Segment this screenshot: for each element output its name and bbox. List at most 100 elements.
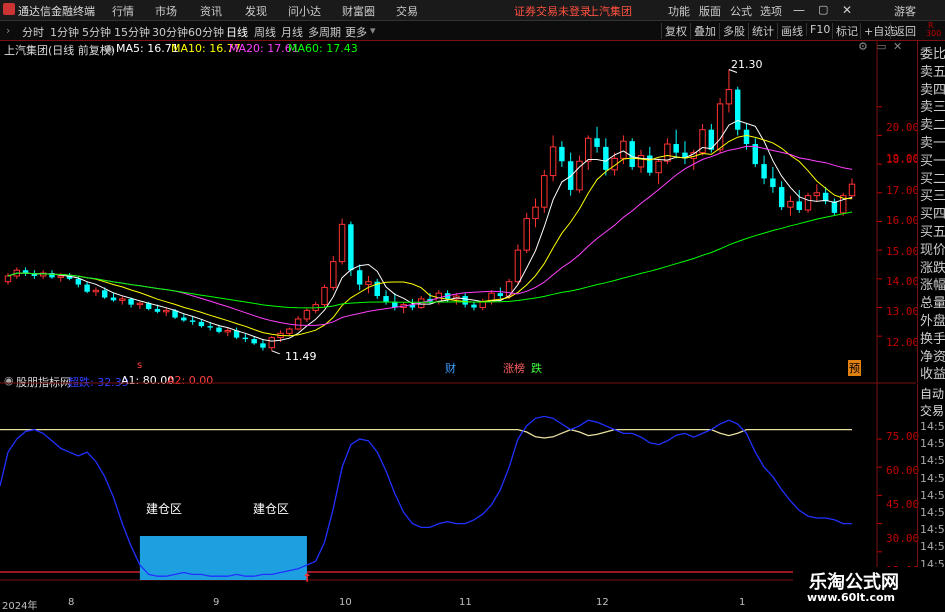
marker-decline[interactable]: 跌	[531, 360, 542, 376]
candle-body	[796, 201, 802, 210]
sidebar-item[interactable]: 换手	[920, 328, 945, 347]
date-label: 1	[739, 597, 746, 608]
sidebar-item[interactable]: 涨幅	[920, 274, 945, 293]
date-label: 11	[459, 597, 472, 608]
zone-label: 建仓区	[146, 502, 183, 516]
sidebar-time: 14:56	[920, 506, 945, 519]
ma5-line	[7, 119, 853, 342]
sidebar-time: 14:56	[920, 488, 945, 502]
candle-body	[84, 284, 90, 292]
candle-body	[110, 297, 117, 301]
sidebar-auto[interactable]: 自动	[920, 385, 944, 402]
sidebar-item[interactable]: 卖四	[920, 79, 945, 98]
sidebar-item[interactable]: 净资	[920, 346, 945, 365]
candle-body	[207, 326, 213, 328]
candle-body	[163, 309, 170, 313]
candle-body	[770, 178, 776, 188]
sidebar-item[interactable]: 买四	[920, 203, 945, 222]
quote-sidebar: R 300 委比 卖五 卖四 卖三 卖二 卖一 买一 买二 买三 买四 买五 现价 涨跌 涨幅 总量 外盘 换手…	[917, 21, 945, 383]
candle-body	[181, 317, 187, 321]
candle-body	[637, 155, 645, 168]
candle-body	[128, 298, 134, 305]
sidebar-item[interactable]: 买一	[920, 150, 945, 169]
candle-body	[532, 206, 539, 220]
candle-body	[136, 302, 144, 306]
candle-body	[224, 329, 232, 333]
candle-body	[655, 160, 662, 174]
candle-body	[725, 89, 733, 105]
sidebar-item[interactable]: 买五	[920, 221, 945, 240]
candle-body	[294, 318, 302, 330]
candle-body	[471, 304, 477, 308]
candle-body	[787, 200, 794, 208]
marker-finance[interactable]: 财	[445, 360, 456, 376]
date-label: 9	[213, 597, 220, 608]
candle-body	[523, 218, 530, 251]
sidebar-item[interactable]: 委比	[920, 43, 945, 62]
kdj-line	[0, 415, 852, 577]
candle-body	[664, 143, 671, 162]
candle-body	[813, 192, 821, 197]
indicator-sidebar: 自动 交易 14:56 14:56 14:56 14:56 14:56 14:56 14:5…	[917, 384, 945, 580]
sidebar-item[interactable]: 总量	[920, 292, 945, 311]
candle-body	[260, 343, 266, 348]
sidebar-code: 300	[926, 29, 942, 38]
marker-forecast[interactable]: 预	[848, 360, 861, 376]
candle-body	[514, 249, 522, 283]
sidebar-item[interactable]: 卖三	[920, 96, 945, 115]
candle-body	[734, 89, 741, 130]
low-leader	[271, 350, 280, 355]
sidebar-time: 14:56	[920, 471, 945, 485]
candle-body	[286, 328, 293, 334]
sidebar-trade[interactable]: 交易	[920, 402, 944, 419]
candle-body	[189, 320, 196, 322]
marker-top-gainer[interactable]: 涨榜	[503, 360, 525, 376]
sidebar-item[interactable]: 卖一	[920, 132, 945, 151]
marker-s-icon[interactable]: s	[137, 360, 142, 371]
ma10-line	[7, 134, 853, 337]
candle-body	[594, 138, 600, 147]
sidebar-item[interactable]: 买二	[920, 168, 945, 187]
candle-body	[268, 337, 275, 349]
candle-body	[383, 296, 389, 302]
candle-body	[57, 275, 64, 278]
candle-body	[804, 195, 812, 211]
candle-body	[831, 201, 838, 213]
candle-body	[743, 129, 750, 145]
candle-body	[549, 146, 557, 177]
candle-body	[603, 146, 609, 170]
candle-body	[101, 290, 108, 298]
candle-body	[303, 309, 311, 320]
candle-body	[479, 301, 486, 309]
candle-body	[330, 261, 337, 288]
candle-body	[541, 175, 548, 208]
candle-body	[462, 296, 468, 305]
zone-label: 建仓区	[253, 502, 290, 516]
candle-body	[154, 308, 161, 312]
high-price-label: 21.30	[731, 58, 763, 71]
candle-body	[242, 337, 249, 340]
candle-body	[251, 339, 257, 344]
sidebar-item[interactable]: 卖二	[920, 114, 945, 133]
sidebar-item[interactable]: 涨跌	[920, 257, 945, 276]
kline-chart[interactable]	[0, 0, 945, 609]
candle-body	[778, 187, 785, 208]
candle-body	[4, 275, 12, 283]
sidebar-item[interactable]: 收益	[920, 363, 945, 382]
candle-body	[848, 183, 856, 197]
sidebar-item[interactable]: 买三	[920, 185, 945, 204]
sidebar-time: 14:56	[920, 523, 945, 537]
watermark-url: www.60lt.com	[807, 591, 896, 604]
candle-body	[497, 293, 504, 297]
sidebar-time: 14:56	[920, 540, 945, 554]
sidebar-item[interactable]: 卖五	[920, 61, 945, 80]
date-label: 2024年	[2, 601, 38, 612]
sidebar-item[interactable]: 外盘	[920, 310, 945, 329]
sidebar-time: 14:56	[920, 420, 945, 433]
sidebar-item[interactable]: 现价	[920, 239, 945, 258]
candle-body	[716, 103, 724, 151]
a1-line	[0, 428, 852, 439]
sidebar-time: 14:56	[920, 454, 945, 468]
candle-body	[620, 140, 627, 159]
candle-body	[365, 281, 372, 286]
